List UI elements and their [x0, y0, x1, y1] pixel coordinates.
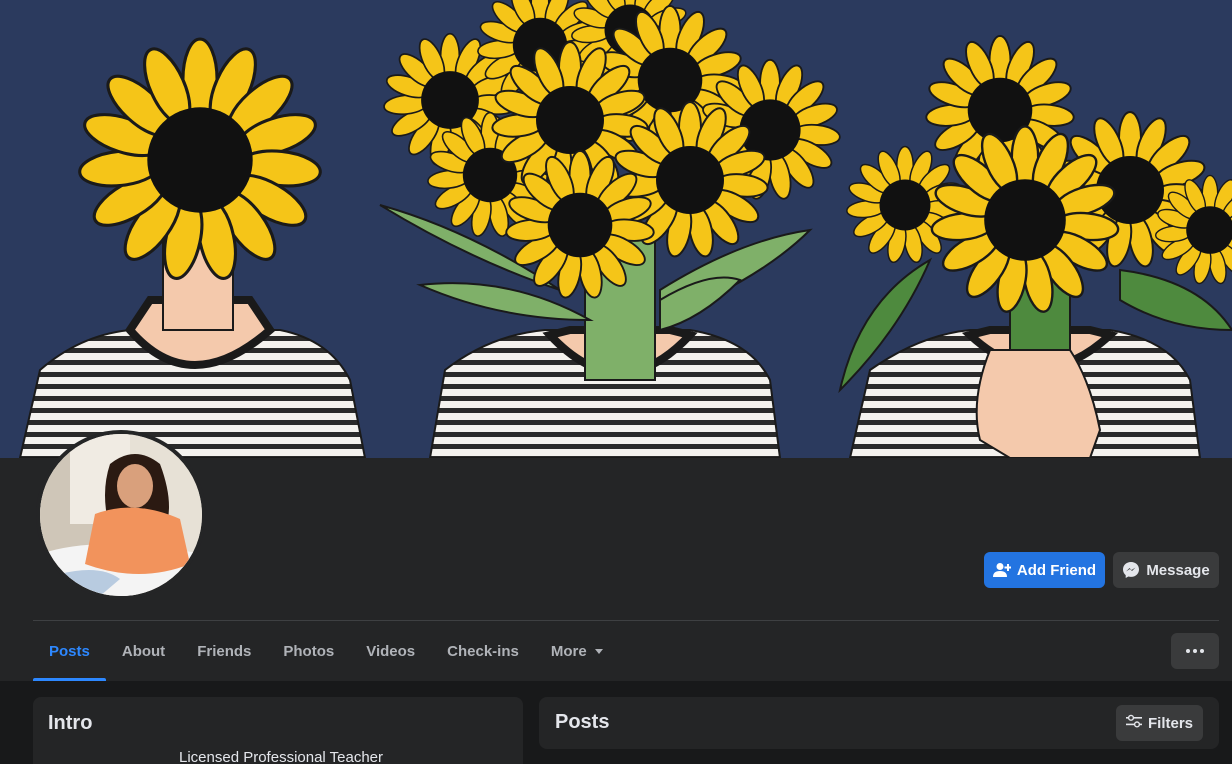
tab-check-ins[interactable]: Check-ins: [431, 621, 535, 681]
ellipsis-icon: [1186, 649, 1204, 653]
tab-about[interactable]: About: [106, 621, 181, 681]
profile-tabs: Posts About Friends Photos Videos Check-…: [33, 621, 619, 681]
tab-photos[interactable]: Photos: [267, 621, 350, 681]
message-label: Message: [1146, 561, 1210, 579]
filters-button[interactable]: Filters: [1116, 705, 1203, 741]
profile-options-button[interactable]: [1171, 633, 1219, 669]
profile-avatar[interactable]: [36, 430, 206, 600]
add-friend-label: Add Friend: [1016, 561, 1097, 579]
posts-header-card: Posts Filters: [539, 697, 1219, 749]
tab-friends[interactable]: Friends: [181, 621, 267, 681]
sliders-icon: [1125, 714, 1142, 732]
intro-card: Intro Licensed Professional Teacher: [33, 697, 523, 764]
cover-photo[interactable]: [0, 0, 1232, 458]
person-plus-icon: [992, 562, 1011, 578]
posts-title: Posts: [555, 711, 610, 733]
message-button[interactable]: Message: [1113, 552, 1219, 588]
tab-more[interactable]: More: [535, 621, 619, 681]
cover-illustration: [0, 0, 1232, 458]
intro-title: Intro: [48, 712, 93, 734]
chevron-down-icon: [594, 648, 603, 654]
filters-label: Filters: [1147, 714, 1193, 732]
messenger-icon: [1122, 561, 1140, 579]
tab-videos[interactable]: Videos: [350, 621, 431, 681]
add-friend-button[interactable]: Add Friend: [984, 552, 1105, 588]
intro-bio: Licensed Professional Teacher: [179, 749, 384, 764]
avatar-photo: [40, 434, 202, 596]
tab-posts[interactable]: Posts: [33, 621, 106, 681]
